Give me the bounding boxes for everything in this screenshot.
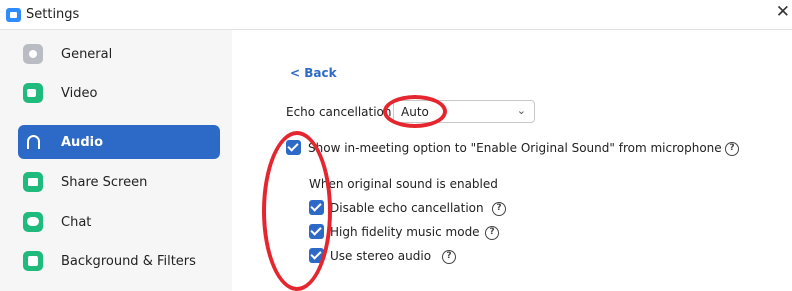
chat-bubble-icon: [23, 212, 43, 232]
show-original-sound-checkbox[interactable]: [286, 140, 301, 155]
sidebar-item-audio[interactable]: Audio: [18, 125, 220, 159]
high-fidelity-music-mode-label: High fidelity music mode: [330, 225, 480, 239]
help-icon[interactable]: ?: [492, 202, 506, 216]
echo-cancellation-label: Echo cancellation: [286, 105, 392, 119]
sidebar-item-label: Share Screen: [61, 174, 148, 190]
disable-echo-cancellation-label: Disable echo cancellation: [330, 201, 484, 215]
sidebar-item-label: Background & Filters: [61, 253, 196, 269]
sidebar-item-label: Video: [61, 85, 98, 101]
gear-icon: [23, 44, 43, 64]
echo-cancellation-value: Auto: [401, 105, 429, 119]
headphones-icon: [27, 135, 40, 149]
video-camera-icon: [23, 83, 43, 103]
zoom-app-icon: [6, 8, 21, 22]
close-icon[interactable]: ✕: [776, 4, 790, 21]
original-sound-heading: When original sound is enabled: [309, 177, 498, 191]
window-title: Settings: [26, 7, 80, 22]
share-screen-icon: [23, 172, 43, 192]
sidebar-item-label: Chat: [61, 214, 92, 230]
title-bar: Settings ✕: [0, 0, 792, 30]
sidebar-item-video[interactable]: Video: [18, 76, 220, 110]
stereo-audio-checkbox[interactable]: [309, 248, 324, 263]
settings-sidebar: General Video Audio Share Screen Chat Ba…: [0, 30, 232, 291]
sidebar-item-chat[interactable]: Chat: [18, 205, 220, 239]
echo-cancellation-dropdown[interactable]: Auto ⌄: [393, 100, 535, 123]
help-icon[interactable]: ?: [485, 226, 499, 240]
background-filters-icon: [23, 251, 43, 271]
high-fidelity-music-mode-checkbox[interactable]: [309, 224, 324, 239]
sidebar-item-background-filters[interactable]: Background & Filters: [18, 244, 220, 278]
sidebar-item-label: Audio: [61, 134, 104, 150]
help-icon[interactable]: ?: [725, 142, 739, 156]
chevron-down-icon: ⌄: [516, 104, 526, 117]
sidebar-item-share-screen[interactable]: Share Screen: [18, 165, 220, 199]
stereo-audio-label: Use stereo audio: [330, 249, 432, 263]
help-icon[interactable]: ?: [442, 250, 456, 264]
back-link[interactable]: < Back: [290, 66, 337, 80]
sidebar-item-general[interactable]: General: [18, 37, 220, 71]
show-original-sound-label: Show in-meeting option to "Enable Origin…: [308, 141, 722, 155]
sidebar-item-label: General: [61, 46, 113, 62]
disable-echo-cancellation-checkbox[interactable]: [309, 200, 324, 215]
